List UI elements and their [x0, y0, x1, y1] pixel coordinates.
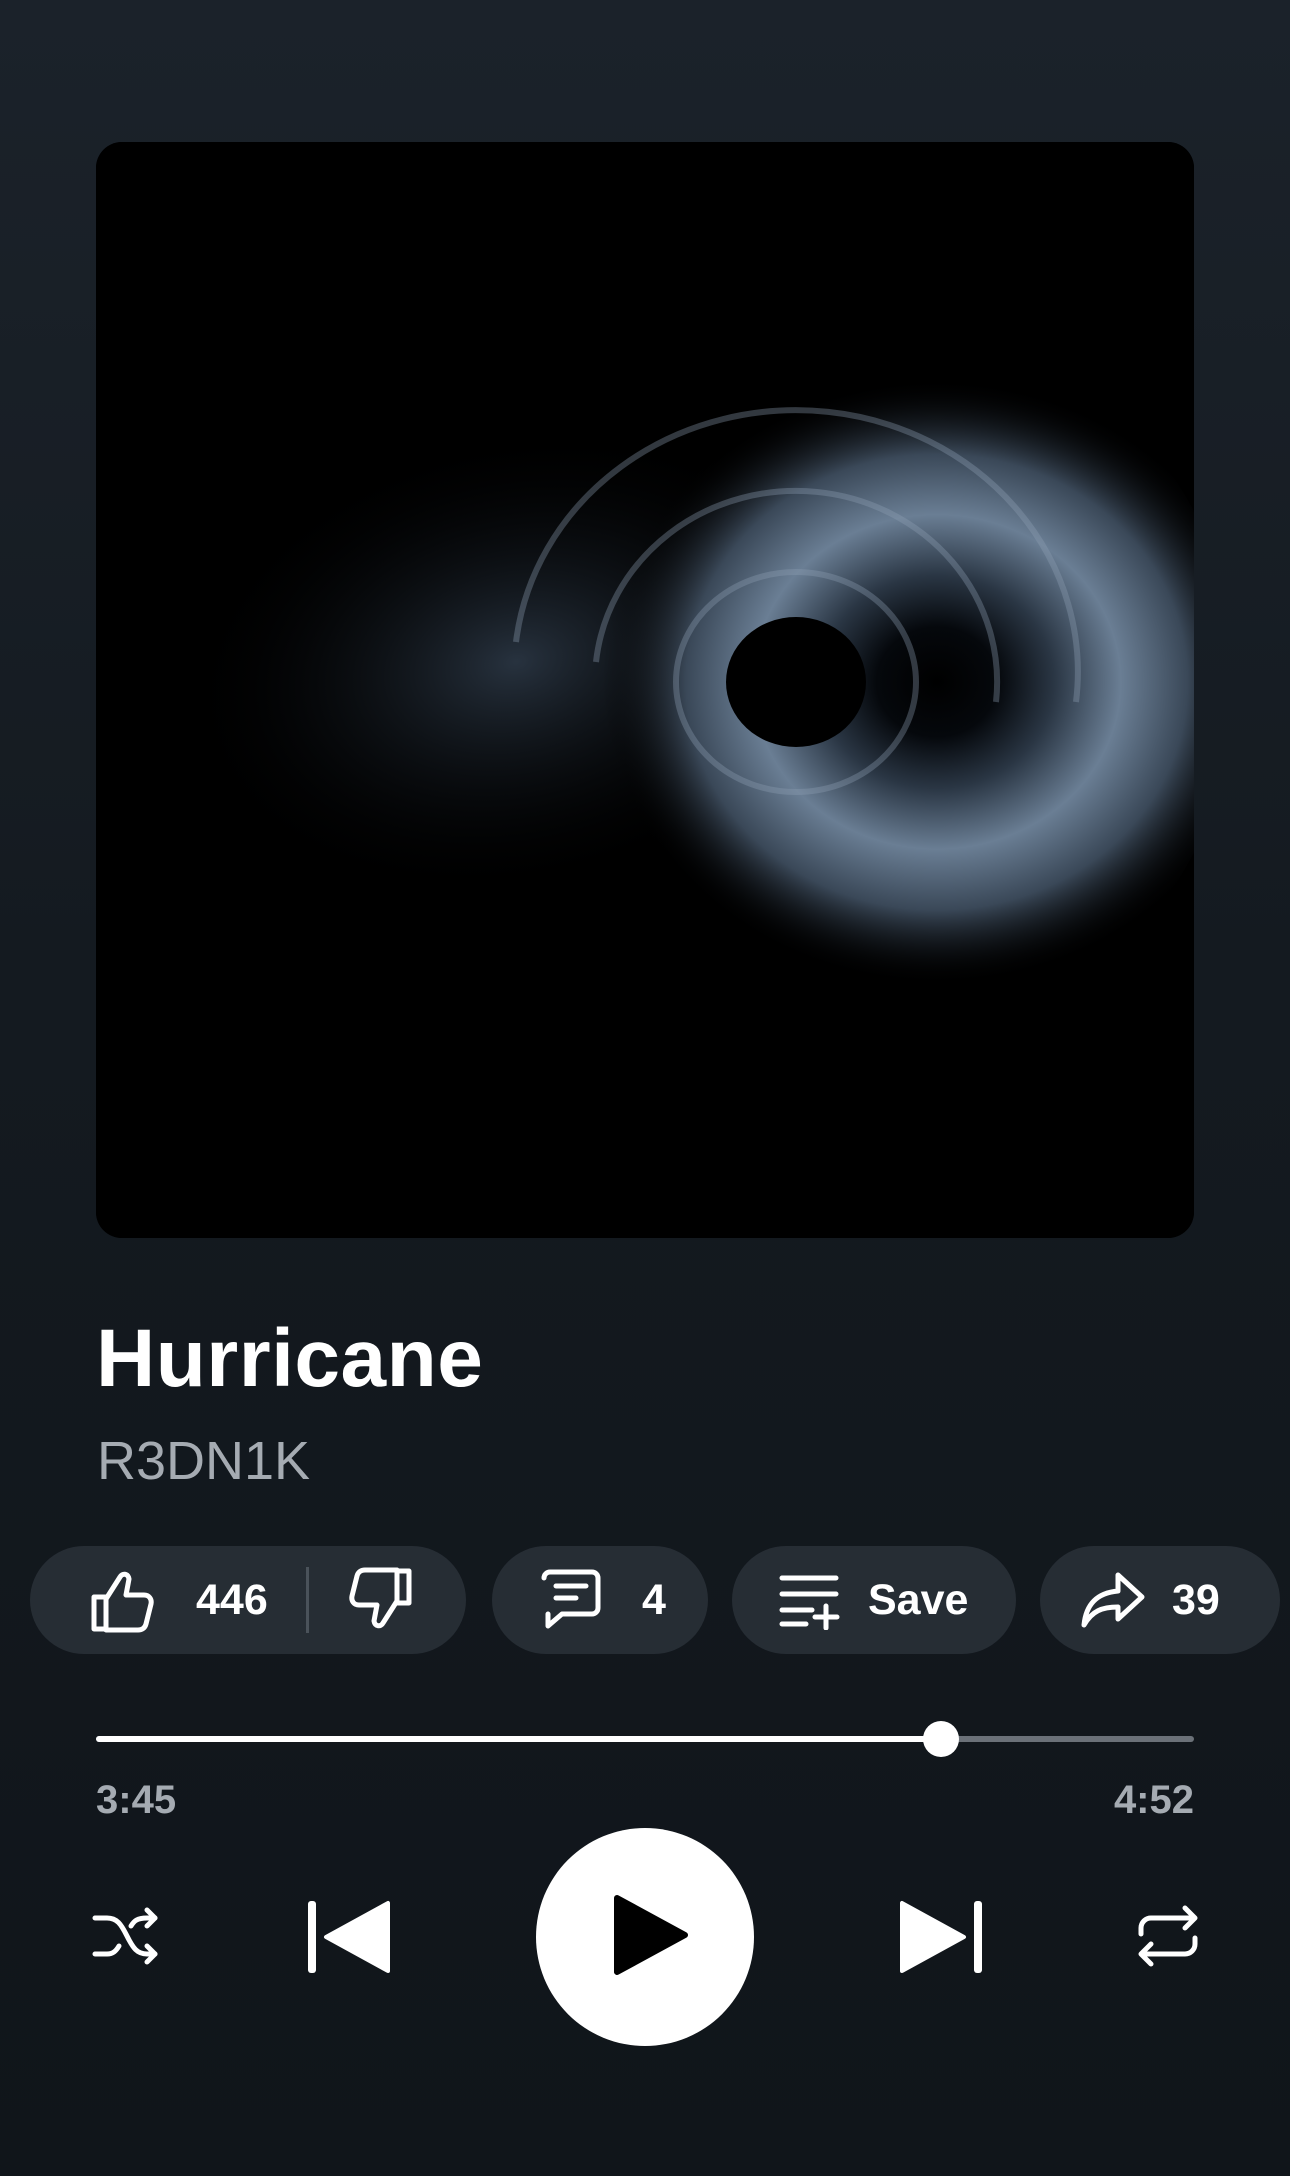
shuffle-icon — [91, 1904, 161, 1973]
like-button[interactable]: 446 — [30, 1565, 268, 1635]
progress-bar[interactable] — [96, 1721, 1194, 1757]
like-dislike-chip: 446 — [30, 1546, 466, 1654]
comments-button[interactable]: 4 — [492, 1546, 708, 1654]
save-label: Save — [868, 1575, 969, 1624]
share-count: 39 — [1172, 1575, 1220, 1624]
skip-previous-icon — [304, 1899, 392, 1980]
repeat-button[interactable] — [1128, 1898, 1208, 1978]
thumbs-up-icon — [88, 1565, 154, 1635]
share-button[interactable]: 39 — [1040, 1546, 1280, 1654]
track-title: Hurricane — [96, 1313, 484, 1404]
skip-next-icon — [898, 1899, 986, 1980]
save-button[interactable]: Save — [732, 1546, 1016, 1654]
playlist-add-icon — [778, 1570, 842, 1630]
comment-icon — [536, 1566, 606, 1634]
thumbs-down-icon — [349, 1565, 415, 1635]
elapsed-time: 3:45 — [96, 1778, 177, 1822]
comment-count: 4 — [642, 1575, 666, 1624]
progress-knob[interactable] — [923, 1721, 960, 1757]
hurricane-swirl-artwork — [96, 142, 1194, 1238]
total-time: 4:52 — [1113, 1778, 1194, 1822]
share-arrow-icon — [1080, 1569, 1146, 1631]
progress-fill — [96, 1736, 942, 1742]
repeat-icon — [1135, 1904, 1201, 1973]
dislike-button[interactable] — [349, 1565, 415, 1635]
chip-divider — [305, 1567, 309, 1633]
album-art — [96, 142, 1194, 1238]
shuffle-button[interactable] — [86, 1898, 166, 1978]
track-artist[interactable]: R3DN1K — [97, 1434, 310, 1488]
play-button[interactable] — [536, 1828, 754, 2046]
like-count: 446 — [196, 1575, 268, 1624]
previous-button[interactable] — [300, 1894, 396, 1984]
next-button[interactable] — [894, 1894, 990, 1984]
play-icon — [611, 1892, 691, 1983]
